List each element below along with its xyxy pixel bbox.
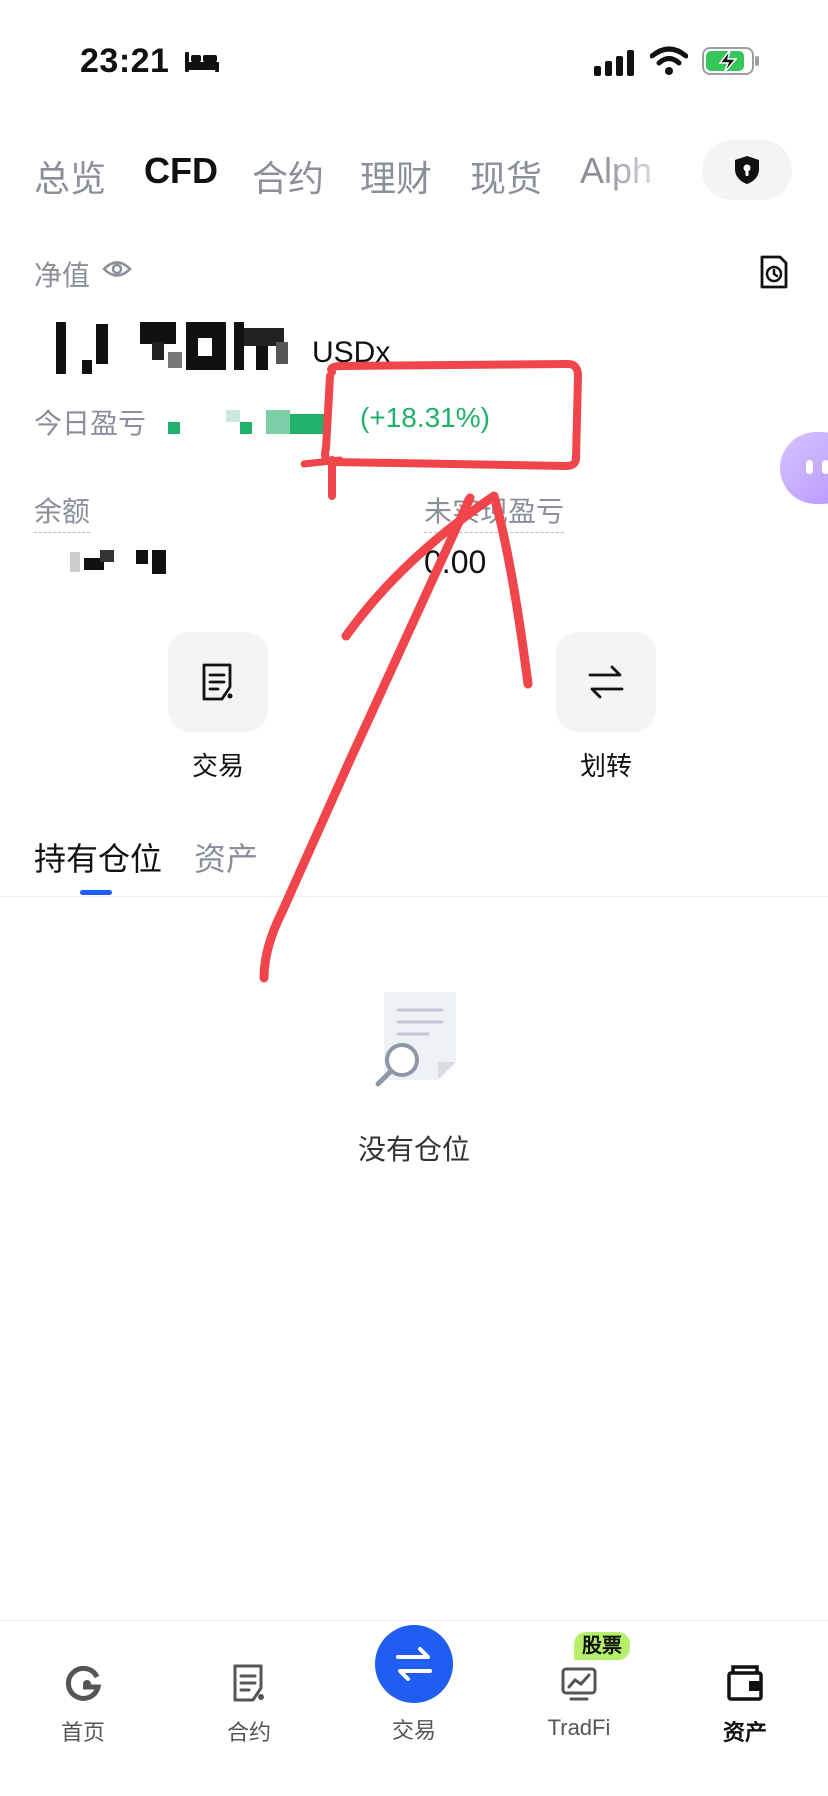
bottom-navigation: 首页 合约 交易 TradFi 资产: [0, 1620, 828, 1796]
today-pnl-percent: (+18.31%): [360, 402, 490, 433]
status-bar: 23:21: [0, 0, 828, 120]
transfer-button-tile: [556, 632, 656, 732]
trade-label: 交易: [191, 751, 244, 781]
swap-arrows-icon: [396, 1647, 432, 1681]
battery-charging-icon: [702, 47, 759, 75]
equity-unit: USDx: [312, 336, 391, 369]
nav-futures-label: 合约: [226, 1720, 271, 1745]
order-note-icon: [202, 663, 233, 701]
bubble-eye-left: [806, 460, 813, 474]
contract-icon: [233, 1664, 264, 1702]
nav-assets[interactable]: 资产: [690, 1641, 800, 1747]
stocks-badge: 股票: [574, 1632, 630, 1660]
section-divider: [0, 896, 828, 897]
nav-trade-label: 交易: [391, 1718, 436, 1743]
equity-label: 净值: [34, 260, 91, 291]
tab-overview[interactable]: 总览: [34, 150, 106, 202]
transfer-button[interactable]: 划转: [556, 632, 656, 783]
wifi-icon: [650, 46, 688, 75]
assistant-float-button[interactable]: [780, 432, 828, 504]
balance-label: 余额: [34, 490, 91, 533]
wallet-icon: [727, 1665, 763, 1701]
tab-spot[interactable]: 现货: [470, 150, 542, 202]
tab-positions[interactable]: 持有仓位: [34, 834, 162, 880]
tab-futures[interactable]: 合约: [252, 150, 324, 202]
bubble-eye-right: [822, 460, 828, 474]
nav-tradfi-label: TradFi: [547, 1715, 611, 1740]
nav-trade-circle: [375, 1625, 453, 1703]
home-icon: [65, 1665, 102, 1701]
trade-button[interactable]: 交易: [168, 632, 268, 783]
tab-cfd[interactable]: CFD: [144, 150, 218, 192]
tradfi-screen-icon: [561, 1667, 597, 1701]
empty-state-text: 没有仓位: [357, 1134, 470, 1165]
active-tab-indicator: [80, 890, 112, 895]
nav-home[interactable]: 首页: [28, 1641, 138, 1747]
equity-value-masked: [56, 322, 288, 374]
today-pnl-value-masked: [168, 410, 326, 434]
eye-icon[interactable]: [102, 258, 132, 280]
tab-earn[interactable]: 理财: [360, 150, 432, 202]
unrealized-pnl-label: 未实现盈亏: [424, 490, 565, 533]
cellular-signal-icon: [594, 50, 634, 76]
nav-trade[interactable]: 交易: [374, 1625, 454, 1745]
status-time: 23:21: [80, 42, 170, 80]
balance-value-masked: [70, 550, 166, 574]
shield-lock-icon: [735, 156, 759, 184]
transfer-label: 划转: [579, 751, 632, 781]
tab-assets[interactable]: 资产: [194, 834, 258, 880]
nav-assets-label: 资产: [722, 1720, 767, 1745]
tab-fade-overlay: [600, 140, 700, 208]
transfer-arrows-icon: [588, 665, 624, 699]
trade-button-tile: [168, 632, 268, 732]
nav-home-label: 首页: [60, 1720, 105, 1745]
today-pnl-label: 今日盈亏: [34, 408, 147, 439]
history-icon[interactable]: [758, 254, 790, 290]
nav-futures[interactable]: 合约: [194, 1641, 304, 1747]
unrealized-pnl-value: 0.00: [424, 544, 487, 580]
empty-search-doc-icon: [375, 992, 456, 1087]
sleep-focus-icon: [185, 52, 219, 72]
security-button[interactable]: [702, 140, 792, 200]
